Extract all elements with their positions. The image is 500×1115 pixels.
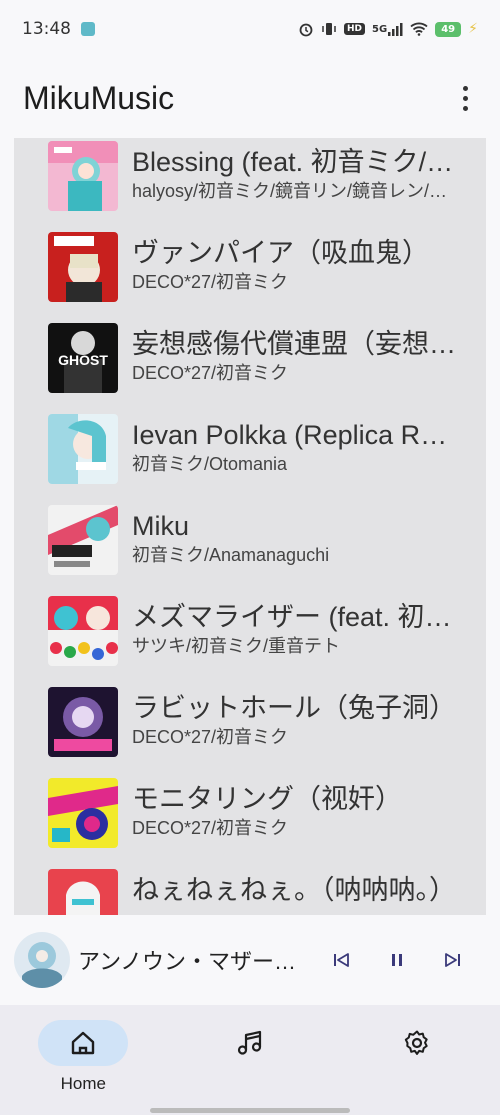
nav-settings-indicator bbox=[372, 1020, 462, 1066]
song-list-item[interactable]: Blessing (feat. 初音ミク/鏡音リン/鏡音レン/巡音ルカ/MEIK… bbox=[14, 138, 486, 229]
album-cover bbox=[48, 232, 118, 302]
network-label: 5G bbox=[371, 23, 388, 35]
song-artist: halyosy/初音ミク/鏡音リン/鏡音レン/巡音ルカ/MEIKO/KAITO bbox=[132, 181, 462, 201]
charging-icon: ⚡ bbox=[468, 21, 478, 37]
song-list-item[interactable]: モニタリング（视奸） DECO*27/初音ミク bbox=[14, 775, 486, 866]
album-cover bbox=[48, 505, 118, 575]
song-title: ヴァンパイア（吸血鬼） bbox=[132, 238, 429, 268]
album-cover bbox=[48, 778, 118, 848]
app-title: MikuMusic bbox=[23, 79, 175, 116]
album-cover bbox=[48, 141, 118, 211]
song-artist: DECO*27/初音ミク bbox=[132, 727, 289, 747]
alarm-icon bbox=[298, 21, 314, 37]
more-vert-icon bbox=[462, 85, 468, 91]
skip-next-button[interactable] bbox=[438, 945, 468, 975]
album-cover: GHOST bbox=[48, 323, 118, 393]
home-icon bbox=[72, 1031, 95, 1055]
gesture-bar bbox=[150, 1108, 350, 1113]
song-title: ラビットホール（兔子洞） bbox=[132, 693, 456, 723]
app-notification-icon bbox=[81, 22, 95, 36]
song-title: Blessing (feat. 初音ミク/鏡音リン/鏡音レン/巡音ルカ/MEIK… bbox=[132, 147, 462, 177]
album-cover bbox=[48, 596, 118, 666]
music-note-icon bbox=[237, 1030, 262, 1055]
more-options-button[interactable] bbox=[453, 78, 477, 118]
song-list-item[interactable]: Miku 初音ミク/Anamanaguchi bbox=[14, 502, 486, 593]
album-cover bbox=[48, 687, 118, 757]
song-artist: サツキ/初音ミク/重音テト bbox=[132, 636, 341, 656]
album-cover bbox=[48, 414, 118, 484]
song-artist: DECO*27/初音ミク bbox=[132, 818, 289, 838]
hd-badge: HD bbox=[343, 23, 365, 35]
playback-controls bbox=[326, 945, 486, 975]
nav-home-label: Home bbox=[60, 1074, 107, 1093]
nav-settings[interactable] bbox=[333, 1005, 500, 1115]
skip-next-icon bbox=[445, 953, 460, 967]
now-playing-title[interactable]: アンノウン・マザーグース bbox=[78, 944, 303, 976]
now-playing-cover[interactable] bbox=[14, 932, 70, 988]
song-list-item[interactable]: ねぇねぇねぇ。（呐呐呐。） bbox=[14, 866, 486, 915]
song-list-item[interactable]: メズマライザー (feat. 初音ミク & 重音テト) サツキ/初音ミク/重音テ… bbox=[14, 593, 486, 684]
song-title: 妄想感傷代償連盟（妄想感伤代偿联盟） bbox=[132, 329, 462, 359]
song-list[interactable]: Blessing (feat. 初音ミク/鏡音リン/鏡音レン/巡音ルカ/MEIK… bbox=[14, 138, 486, 915]
status-time: 13:48 bbox=[22, 19, 71, 39]
wifi-icon bbox=[410, 22, 428, 36]
pause-button[interactable] bbox=[382, 945, 412, 975]
pause-icon bbox=[392, 954, 402, 966]
svg-text:GHOST: GHOST bbox=[58, 352, 108, 368]
song-artist: 初音ミク/Anamanaguchi bbox=[132, 545, 330, 565]
song-list-item[interactable]: GHOST 妄想感傷代償連盟（妄想感伤代偿联盟） DECO*27/初音ミク bbox=[14, 320, 486, 411]
bottom-navigation: Home bbox=[0, 1005, 500, 1115]
gear-icon bbox=[404, 1030, 428, 1055]
song-artist: DECO*27/初音ミク bbox=[132, 363, 289, 383]
cellular-signal-icon: 5G bbox=[372, 22, 403, 36]
album-cover bbox=[48, 869, 118, 915]
nav-library[interactable] bbox=[167, 1005, 334, 1115]
status-bar: 13:48 HD 5G 49 ⚡ bbox=[0, 0, 500, 58]
nav-home[interactable]: Home bbox=[0, 1005, 167, 1115]
song-list-item[interactable]: ヴァンパイア（吸血鬼） DECO*27/初音ミク bbox=[14, 229, 486, 320]
skip-previous-button[interactable] bbox=[326, 945, 356, 975]
song-title: Miku bbox=[132, 511, 190, 541]
mini-player[interactable]: アンノウン・マザーグース bbox=[0, 915, 500, 1005]
song-list-item[interactable]: Ievan Polkka (Replica Remix) 初音ミク/Otoman… bbox=[14, 411, 486, 502]
skip-previous-icon bbox=[334, 953, 349, 967]
vibrate-icon bbox=[321, 21, 337, 37]
song-list-item[interactable]: ラビットホール（兔子洞） DECO*27/初音ミク bbox=[14, 684, 486, 775]
app-bar: MikuMusic bbox=[0, 58, 500, 138]
nav-home-indicator bbox=[38, 1020, 129, 1066]
song-title: Ievan Polkka (Replica Remix) bbox=[132, 420, 462, 450]
song-title: ねぇねぇねぇ。（呐呐呐。） bbox=[132, 875, 456, 905]
song-artist: 初音ミク/Otomania bbox=[132, 454, 288, 474]
song-artist: DECO*27/初音ミク bbox=[132, 272, 289, 292]
song-title: モニタリング（视奸） bbox=[132, 784, 402, 814]
song-title: メズマライザー (feat. 初音ミク & 重音テト) bbox=[132, 602, 462, 632]
status-icons: HD 5G 49 ⚡ bbox=[298, 21, 478, 37]
nav-library-indicator bbox=[205, 1020, 295, 1066]
battery-indicator: 49 bbox=[435, 21, 462, 37]
